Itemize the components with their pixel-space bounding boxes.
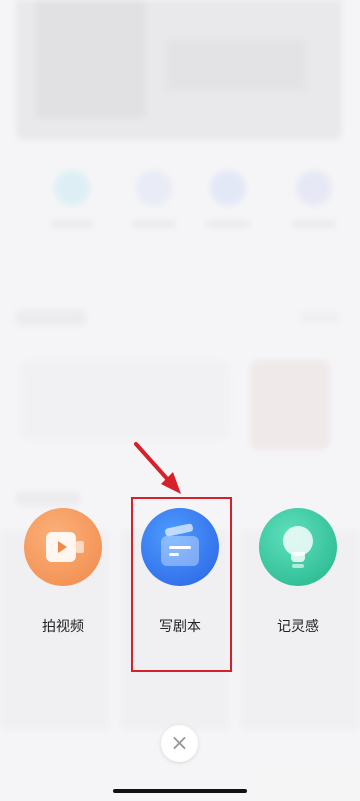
home-indicator (113, 789, 247, 793)
arrow-annotation-icon (134, 442, 181, 494)
close-button[interactable]: × (161, 725, 198, 762)
